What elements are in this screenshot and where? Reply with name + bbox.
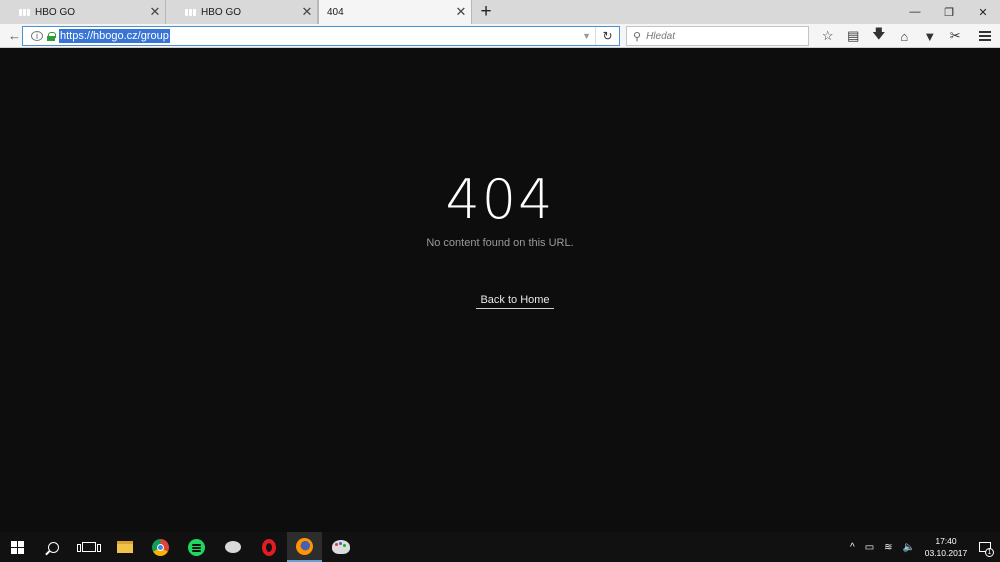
opera-icon [261,538,276,556]
battery-icon[interactable]: ▭ [860,542,879,553]
url-bar[interactable]: i https://hbogo.cz/group ▼ ↻ [22,26,620,46]
chrome-icon [152,538,169,556]
tab-hbo-go-1[interactable]: HBO GO ✕ [0,0,166,24]
home-icon[interactable]: ⌂ [892,24,918,48]
back-button[interactable]: ← [6,28,23,44]
reload-button[interactable]: ↻ [595,27,619,45]
menu-button[interactable] [974,26,996,46]
search-input[interactable] [646,30,797,42]
hbo-favicon-icon [185,8,197,16]
navigation-bar: ← i https://hbogo.cz/group ▼ ↻ ⚲ ☆ ▤ 🡇 ⌂… [0,24,1000,48]
restore-button[interactable]: ❐ [932,0,966,24]
search-icon [48,541,59,553]
star-icon[interactable]: ☆ [815,24,841,48]
spotify-button[interactable] [179,532,214,562]
tab-hbo-go-2[interactable]: HBO GO ✕ [166,0,318,24]
tray-chevron-icon[interactable]: ^ [845,542,860,553]
folder-icon [116,541,133,553]
close-tab-icon[interactable]: ✕ [297,4,317,20]
app-icon [224,541,241,553]
clock[interactable]: 17:40 03.10.2017 [922,535,970,559]
wifi-icon[interactable]: ≋ [879,542,897,553]
page-content: 404 No content found on this URL. Back t… [0,49,1000,532]
clock-date: 03.10.2017 [924,548,968,558]
windows-logo-icon [11,540,24,554]
app-button[interactable] [215,532,250,562]
task-view-icon [76,542,101,552]
back-to-home-link[interactable]: Back to Home [476,294,554,309]
info-icon[interactable]: i [31,31,43,41]
screenshot-icon[interactable]: ✂ [943,24,969,48]
reading-list-icon[interactable]: ▤ [841,24,867,48]
download-icon[interactable]: 🡇 [866,24,892,48]
system-tray: ^ ▭ ≋ 🔈 17:40 03.10.2017 1 [845,532,1000,562]
toolbar-icons: ☆ ▤ 🡇 ⌂ ▼ ✂ [815,24,968,48]
tab-title: HBO GO [201,6,242,18]
pocket-icon[interactable]: ▼ [917,24,943,48]
opera-button[interactable] [251,532,286,562]
paint-button[interactable] [323,532,358,562]
tab-title: 404 [327,6,344,18]
firefox-button[interactable] [287,532,322,562]
start-button[interactable] [0,532,35,562]
url-text[interactable]: https://hbogo.cz/group [59,29,170,43]
close-tab-icon[interactable]: ✕ [145,4,165,20]
spotify-icon [188,538,205,556]
window-controls: — ❐ ✕ [898,0,1000,24]
close-window-button[interactable]: ✕ [966,0,1000,24]
paint-icon [331,540,350,554]
taskbar-search-button[interactable] [36,532,71,562]
clock-time: 17:40 [935,536,957,546]
taskbar: ^ ▭ ≋ 🔈 17:40 03.10.2017 1 [0,532,1000,562]
tab-title: HBO GO [35,6,76,18]
firefox-icon [296,537,313,555]
close-tab-icon[interactable]: ✕ [451,4,471,20]
task-view-button[interactable] [71,532,106,562]
notification-count: 1 [985,548,994,557]
error-message: No content found on this URL. [426,237,574,249]
tab-strip: HBO GO ✕ HBO GO ✕ 404 ✕ + — ❐ ✕ [0,0,1000,24]
hbo-favicon-icon [19,8,31,16]
chrome-button[interactable] [143,532,178,562]
new-tab-button[interactable]: + [476,1,496,23]
action-center-button[interactable]: 1 [970,532,1000,562]
error-code-heading: 404 [445,168,555,231]
url-dropdown-icon[interactable]: ▼ [582,28,591,44]
tab-404[interactable]: 404 ✕ [318,0,472,24]
minimize-button[interactable]: — [898,0,932,24]
search-icon: ⚲ [633,30,642,43]
volume-icon[interactable]: 🔈 [898,542,920,553]
lock-icon[interactable] [47,31,56,41]
search-bar[interactable]: ⚲ [626,26,809,46]
file-explorer-button[interactable] [107,532,142,562]
